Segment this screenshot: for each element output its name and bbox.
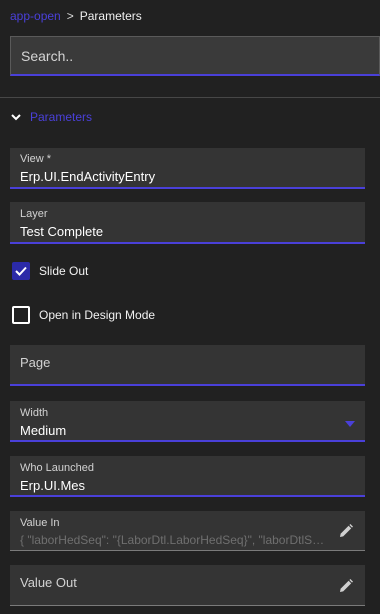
pencil-icon xyxy=(340,524,353,537)
slide-out-label: Slide Out xyxy=(39,264,89,278)
section-toggle-parameters[interactable]: Parameters xyxy=(10,108,92,126)
divider xyxy=(0,97,380,98)
value-in-field[interactable]: Value In { "laborHedSeq": "{LaborDtl.Lab… xyxy=(10,511,365,551)
breadcrumb: app-open > Parameters xyxy=(10,8,142,24)
design-mode-checkbox[interactable]: Open in Design Mode xyxy=(12,305,155,325)
value-in-edit-button[interactable] xyxy=(337,522,355,540)
who-launched-field[interactable]: Who Launched Erp.UI.Mes xyxy=(10,456,365,497)
checkbox-unchecked[interactable] xyxy=(12,306,30,324)
who-launched-value[interactable]: Erp.UI.Mes xyxy=(20,478,85,493)
layer-field[interactable]: Layer Test Complete xyxy=(10,202,365,244)
value-in-label: Value In xyxy=(20,517,60,529)
view-label: View * xyxy=(20,153,51,165)
value-out-edit-button[interactable] xyxy=(337,577,355,595)
view-value[interactable]: Erp.UI.EndActivityEntry xyxy=(20,169,155,184)
design-mode-label: Open in Design Mode xyxy=(39,308,156,322)
page-field[interactable]: Page xyxy=(10,345,365,386)
value-out-field[interactable]: Value Out xyxy=(10,565,365,606)
who-launched-label: Who Launched xyxy=(20,462,94,474)
width-dropdown[interactable]: Width Medium xyxy=(10,401,365,442)
breadcrumb-link-app-open[interactable]: app-open xyxy=(10,9,61,23)
search-input[interactable] xyxy=(21,47,369,64)
check-icon xyxy=(15,266,27,276)
breadcrumb-current: Parameters xyxy=(79,9,142,23)
pencil-icon xyxy=(340,579,353,592)
search-box[interactable] xyxy=(10,36,380,76)
layer-value[interactable]: Test Complete xyxy=(20,224,103,239)
chevron-down-icon xyxy=(10,111,22,123)
page-label: Page xyxy=(20,355,51,370)
width-label: Width xyxy=(20,407,49,419)
checkbox-checked[interactable] xyxy=(12,262,30,280)
view-field[interactable]: View * Erp.UI.EndActivityEntry xyxy=(10,148,365,189)
value-out-label: Value Out xyxy=(20,575,77,590)
section-title: Parameters xyxy=(30,110,93,124)
slide-out-checkbox[interactable]: Slide Out xyxy=(12,261,88,281)
value-in-value[interactable]: { "laborHedSeq": "{LaborDtl.LaborHedSeq}… xyxy=(20,533,330,547)
layer-label: Layer xyxy=(20,208,48,220)
breadcrumb-separator: > xyxy=(66,9,74,23)
width-value[interactable]: Medium xyxy=(20,423,66,438)
caret-down-icon[interactable] xyxy=(345,421,355,427)
